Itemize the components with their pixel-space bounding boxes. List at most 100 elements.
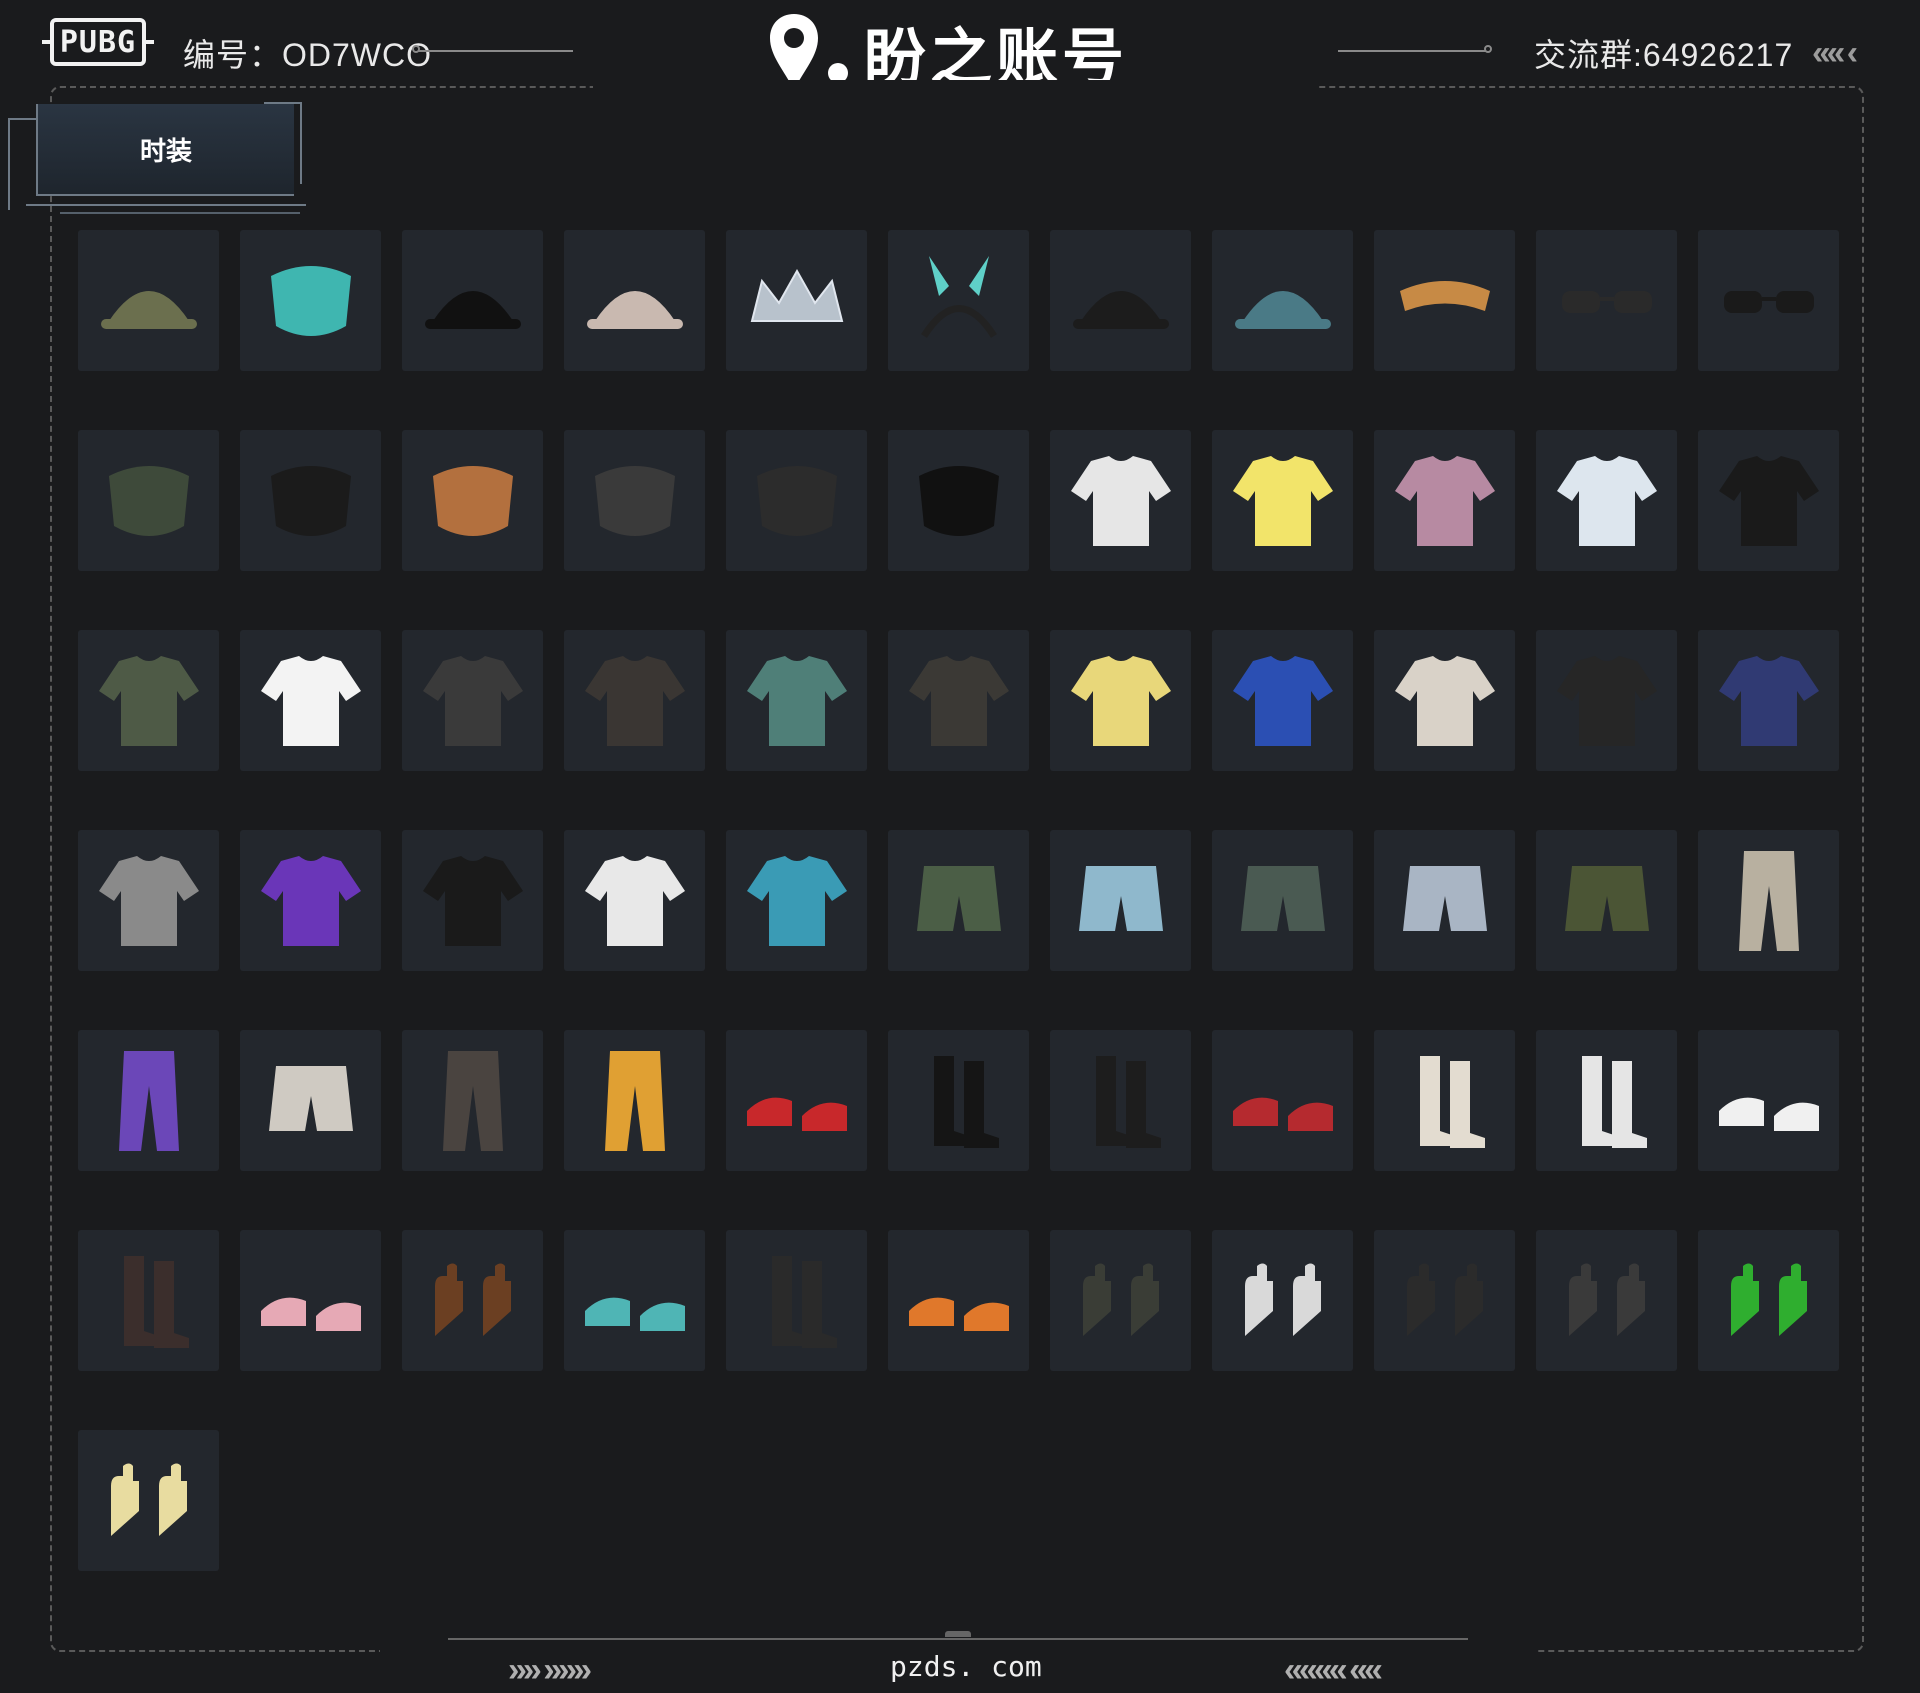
- item-tile[interactable]: [78, 230, 219, 371]
- item-tile[interactable]: [1212, 830, 1353, 971]
- item-tile[interactable]: [240, 1230, 381, 1371]
- item-tile[interactable]: [402, 830, 543, 971]
- item-tile[interactable]: [726, 430, 867, 571]
- item-tile[interactable]: [1050, 230, 1191, 371]
- cargo-shorts-icon: [1240, 865, 1325, 931]
- item-tile[interactable]: [1698, 1230, 1839, 1371]
- divider-line: [418, 50, 573, 52]
- item-tile[interactable]: [888, 1230, 1029, 1371]
- item-tile[interactable]: [240, 630, 381, 771]
- headset-cap-icon: [100, 290, 197, 329]
- item-tile[interactable]: [78, 430, 219, 571]
- item-tile[interactable]: [726, 630, 867, 771]
- item-tile[interactable]: [726, 1230, 867, 1371]
- item-tile[interactable]: [240, 1030, 381, 1171]
- item-tile[interactable]: [402, 230, 543, 371]
- baseball-cap-icon: [1072, 290, 1169, 329]
- item-tile[interactable]: [78, 630, 219, 771]
- item-tile[interactable]: [402, 1030, 543, 1171]
- item-tile[interactable]: [888, 230, 1029, 371]
- item-tile[interactable]: [1536, 830, 1677, 971]
- item-tile[interactable]: [1212, 230, 1353, 371]
- striped-coat-icon: [1394, 655, 1495, 746]
- item-tile[interactable]: [402, 430, 543, 571]
- item-tile[interactable]: [564, 430, 705, 571]
- item-tile[interactable]: [402, 630, 543, 771]
- tab-underline: [60, 212, 300, 214]
- item-tile[interactable]: [402, 1230, 543, 1371]
- item-tile[interactable]: [1212, 430, 1353, 571]
- item-tile[interactable]: [1536, 1030, 1677, 1171]
- item-tile[interactable]: [1698, 630, 1839, 771]
- orange-pants-icon: [604, 1050, 665, 1151]
- item-tile[interactable]: [888, 630, 1029, 771]
- item-tile[interactable]: [1698, 230, 1839, 371]
- black-hoodie-icon: [422, 855, 523, 946]
- item-tile[interactable]: [1698, 1030, 1839, 1171]
- tshirt-yellow-icon: [1232, 455, 1333, 546]
- camo-jacket-icon: [98, 655, 199, 746]
- item-tile[interactable]: [564, 830, 705, 971]
- item-tile[interactable]: [1374, 1030, 1515, 1171]
- bear-paws-icon: [434, 1263, 511, 1336]
- item-tile[interactable]: [240, 830, 381, 971]
- item-tile[interactable]: [726, 230, 867, 371]
- item-tile[interactable]: [888, 830, 1029, 971]
- item-tile[interactable]: [1698, 830, 1839, 971]
- item-tile[interactable]: [78, 1430, 219, 1571]
- black-boots-icon: [933, 1055, 999, 1148]
- item-tile[interactable]: [1050, 830, 1191, 971]
- item-tile[interactable]: [1374, 1230, 1515, 1371]
- item-tile[interactable]: [564, 1230, 705, 1371]
- item-tile[interactable]: [1536, 1230, 1677, 1371]
- item-tile[interactable]: [78, 830, 219, 971]
- white-sneakers-icon: [1718, 1097, 1819, 1131]
- item-tile[interactable]: [1212, 1030, 1353, 1171]
- chevron-left-icon: ‹‹‹‹ ‹: [1812, 34, 1858, 72]
- item-tile[interactable]: [1374, 630, 1515, 771]
- item-tile[interactable]: [1536, 630, 1677, 771]
- item-tile[interactable]: [1050, 430, 1191, 571]
- item-tile[interactable]: [1536, 430, 1677, 571]
- knit-boots-icon: [1419, 1055, 1485, 1148]
- item-tile[interactable]: [1374, 830, 1515, 971]
- item-tile[interactable]: [78, 1230, 219, 1371]
- item-tile[interactable]: [1374, 430, 1515, 571]
- item-tile[interactable]: [240, 430, 381, 571]
- gradient-hoodie-icon: [746, 855, 847, 946]
- item-tile[interactable]: [1050, 1230, 1191, 1371]
- item-tile[interactable]: [888, 430, 1029, 571]
- item-tile[interactable]: [240, 230, 381, 371]
- graphic-vest-icon: [584, 655, 685, 746]
- visor-icon: [1399, 280, 1490, 311]
- item-tile[interactable]: [564, 630, 705, 771]
- item-tile[interactable]: [78, 1030, 219, 1171]
- yellow-sweater-icon: [1070, 655, 1171, 746]
- item-tile[interactable]: [1050, 630, 1191, 771]
- item-tile[interactable]: [726, 830, 867, 971]
- tactical-gloves-icon: [1082, 1263, 1159, 1336]
- item-tile[interactable]: [888, 1030, 1029, 1171]
- item-tile[interactable]: [564, 1030, 705, 1171]
- white-boots-icon: [1581, 1055, 1647, 1148]
- frill-dress-top-icon: [1556, 455, 1657, 546]
- pubg-logo: PUBG: [42, 18, 154, 66]
- navy-sweatshirt-icon: [1718, 655, 1819, 746]
- white-shorts-icon: [268, 1065, 353, 1131]
- camo-pants-icon: [442, 1050, 503, 1151]
- item-tile[interactable]: [564, 230, 705, 371]
- item-tile[interactable]: [1212, 1230, 1353, 1371]
- item-tile[interactable]: [1050, 1030, 1191, 1171]
- tab-fashion[interactable]: 时装: [8, 102, 306, 214]
- item-tile[interactable]: [1212, 630, 1353, 771]
- item-tile[interactable]: [726, 1030, 867, 1171]
- purple-leggings-icon: [118, 1050, 179, 1151]
- yellow-gloves-icon: [110, 1463, 187, 1536]
- item-tile[interactable]: [1374, 230, 1515, 371]
- green-skirt-icon: [916, 865, 1001, 931]
- item-tile[interactable]: [1698, 430, 1839, 571]
- item-tile[interactable]: [1536, 230, 1677, 371]
- blue-tracksuit-icon: [1232, 655, 1333, 746]
- racing-jacket-icon: [1556, 655, 1657, 746]
- fingerless-gloves-icon: [1568, 1263, 1645, 1336]
